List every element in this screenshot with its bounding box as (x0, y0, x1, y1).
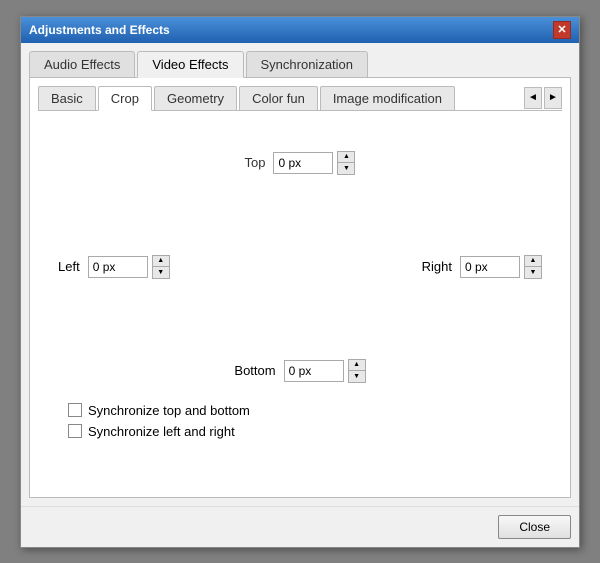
footer: Close (21, 506, 579, 547)
left-spinner-down[interactable]: ▼ (153, 267, 169, 278)
bottom-label: Bottom (234, 363, 275, 378)
sync-left-right-label: Synchronize left and right (88, 424, 235, 439)
sync-left-right-checkbox-row[interactable]: Synchronize left and right (68, 424, 542, 439)
left-label: Left (58, 259, 80, 274)
left-input[interactable] (88, 256, 148, 278)
title-bar: Adjustments and Effects ✕ (21, 17, 579, 43)
tab-audio-effects[interactable]: Audio Effects (29, 51, 135, 77)
bottom-spinner-down[interactable]: ▼ (349, 371, 365, 382)
crop-area: Top ▲ ▼ Left (38, 121, 562, 471)
sync-left-right-checkbox[interactable] (68, 424, 82, 438)
right-spinner-up[interactable]: ▲ (525, 256, 541, 267)
right-group: Right ▲ ▼ (422, 255, 542, 279)
left-spinner-group: ▲ ▼ (88, 255, 170, 279)
right-label: Right (422, 259, 452, 274)
subtab-image-modification[interactable]: Image modification (320, 86, 455, 110)
close-button[interactable]: Close (498, 515, 571, 539)
middle-row: Left ▲ ▼ Right (58, 255, 542, 279)
subtab-prev-button[interactable]: ◄ (524, 87, 542, 109)
subtab-nav: ◄ ► (524, 87, 562, 109)
right-spinner-buttons: ▲ ▼ (524, 255, 542, 279)
top-input[interactable] (273, 152, 333, 174)
sync-top-bottom-checkbox-row[interactable]: Synchronize top and bottom (68, 403, 542, 418)
top-spinner-group: ▲ ▼ (273, 151, 355, 175)
left-spinner-buttons: ▲ ▼ (152, 255, 170, 279)
top-spinner-up[interactable]: ▲ (338, 152, 354, 163)
sync-top-bottom-checkbox[interactable] (68, 403, 82, 417)
tab-content: Basic Crop Geometry Color fun Image modi… (29, 78, 571, 498)
checkbox-group: Synchronize top and bottom Synchronize l… (68, 403, 542, 439)
top-spinner-down[interactable]: ▼ (338, 163, 354, 174)
tab-synchronization[interactable]: Synchronization (246, 51, 369, 77)
right-spinner-down[interactable]: ▼ (525, 267, 541, 278)
subtab-basic[interactable]: Basic (38, 86, 96, 110)
top-spinner-buttons: ▲ ▼ (337, 151, 355, 175)
left-spinner-up[interactable]: ▲ (153, 256, 169, 267)
right-input[interactable] (460, 256, 520, 278)
main-window: Adjustments and Effects ✕ Audio Effects … (20, 16, 580, 548)
bottom-row: Bottom ▲ ▼ (58, 359, 542, 383)
window-body: Audio Effects Video Effects Synchronizat… (21, 43, 579, 506)
sync-top-bottom-label: Synchronize top and bottom (88, 403, 250, 418)
left-group: Left ▲ ▼ (58, 255, 170, 279)
top-label: Top (245, 155, 266, 170)
window-title: Adjustments and Effects (29, 23, 170, 37)
bottom-spinner-up[interactable]: ▲ (349, 360, 365, 371)
top-row: Top ▲ ▼ (58, 151, 542, 175)
subtab-next-button[interactable]: ► (544, 87, 562, 109)
subtab-geometry[interactable]: Geometry (154, 86, 237, 110)
tab-video-effects[interactable]: Video Effects (137, 51, 243, 78)
bottom-input[interactable] (284, 360, 344, 382)
sub-tabs: Basic Crop Geometry Color fun Image modi… (38, 86, 562, 111)
main-tabs: Audio Effects Video Effects Synchronizat… (29, 51, 571, 78)
right-spinner-group: ▲ ▼ (460, 255, 542, 279)
bottom-spinner-group: ▲ ▼ (284, 359, 366, 383)
bottom-spinner-buttons: ▲ ▼ (348, 359, 366, 383)
title-close-button[interactable]: ✕ (553, 21, 571, 39)
subtab-crop[interactable]: Crop (98, 86, 152, 111)
subtab-color-fun[interactable]: Color fun (239, 86, 318, 110)
